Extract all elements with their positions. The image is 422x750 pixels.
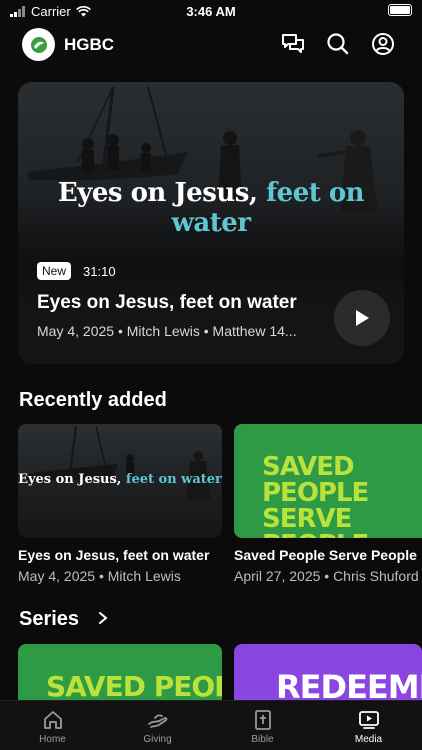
recent-item-eyes-on-jesus[interactable]: Eyes on Jesus, feet on water Eyes on Jes… — [18, 424, 222, 584]
recent-item-meta: May 4, 2025 • Mitch Lewis — [18, 568, 181, 584]
giving-icon — [147, 714, 167, 728]
battery-icon — [388, 4, 412, 16]
hero-tags: New 31:10 — [37, 262, 116, 280]
hero-art-title: Eyes on Jesus, feet on water — [57, 178, 365, 238]
recent-thumbnail: SAVED PEOPLE SERVE PEOPLE — [234, 424, 422, 538]
tab-giving[interactable]: Giving — [105, 701, 210, 750]
recent-art-title: Eyes on Jesus, feet on water — [18, 472, 222, 487]
play-icon — [356, 310, 369, 326]
app-header: HGBC — [0, 24, 422, 64]
chat-icon[interactable] — [280, 31, 306, 57]
bible-icon — [254, 710, 271, 730]
recent-item-meta: April 27, 2025 • Chris Shuford — [234, 568, 419, 584]
tab-bible[interactable]: Bible — [210, 701, 315, 750]
chevron-right-icon — [98, 612, 108, 624]
series-heading[interactable]: Series — [19, 608, 109, 631]
saved-people-art: SAVED PEOPLE SERVE PEOPLE — [262, 452, 369, 538]
app-title: HGBC — [64, 35, 115, 54]
recent-item-title: Eyes on Jesus, feet on water — [18, 547, 210, 563]
recent-item-title: Saved People Serve People — [234, 547, 417, 563]
media-icon — [358, 711, 379, 729]
recent-item-saved-people[interactable]: SAVED PEOPLE SERVE PEOPLE Saved People S… — [234, 424, 422, 584]
recently-added-heading: Recently added — [19, 389, 167, 411]
recent-thumbnail: Eyes on Jesus, feet on water — [18, 424, 222, 538]
tab-home[interactable]: Home — [0, 701, 105, 750]
bottom-tab-bar: Home Giving Bible Media — [0, 700, 422, 750]
search-icon[interactable] — [325, 31, 351, 57]
hero-meta: May 4, 2025 • Mitch Lewis • Matthew 14..… — [37, 323, 297, 339]
tab-media[interactable]: Media — [316, 701, 421, 750]
featured-sermon-card[interactable]: Eyes on Jesus, feet on water New 31:10 E… — [18, 82, 404, 364]
hero-title: Eyes on Jesus, feet on water — [37, 292, 297, 313]
status-time: 3:46 AM — [186, 4, 236, 19]
series-card-redeemed[interactable]: REDEEMED — [234, 644, 422, 704]
play-button[interactable] — [334, 290, 390, 346]
church-logo-icon[interactable] — [22, 28, 55, 61]
duration-label: 31:10 — [83, 263, 116, 279]
status-bar: Carrier 3:46 AM — [0, 0, 422, 24]
new-badge: New — [37, 262, 72, 280]
home-icon — [43, 711, 62, 729]
series-card-saved-people[interactable]: SAVED PEOPLE — [18, 644, 222, 704]
profile-icon[interactable] — [370, 31, 396, 57]
